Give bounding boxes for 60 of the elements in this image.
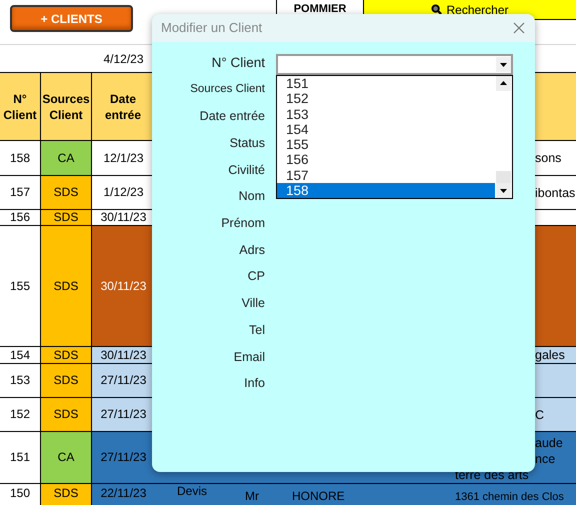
source-cell: CA xyxy=(41,432,92,483)
date-cell-text: 27/11/23 xyxy=(100,406,148,423)
source-cell: SDS xyxy=(41,210,92,225)
list-item[interactable]: 153 xyxy=(277,106,495,122)
date-cell-text: 22/11/23 xyxy=(100,485,148,502)
field-label: Status xyxy=(230,135,265,152)
field-label: Ville xyxy=(242,295,265,312)
date-cell-text: 27/11/23 xyxy=(100,449,148,466)
date-cell-text: 12/1/23 xyxy=(102,150,145,166)
source-cell: SDS xyxy=(41,364,92,397)
address-fragment: aude xyxy=(535,435,563,451)
field-label: Info xyxy=(244,375,265,392)
civility-cell: Mr xyxy=(245,489,259,503)
field-label: Date entrée xyxy=(200,108,265,126)
close-icon xyxy=(513,22,525,34)
date-cell-text: 27/11/23 xyxy=(100,372,148,389)
column-header: N° Client xyxy=(0,73,41,140)
search-icon xyxy=(431,4,442,15)
address-cell-text: 1361 chemin des Clos xyxy=(455,490,564,505)
source-cell: SDS xyxy=(41,398,92,431)
scrollbar[interactable] xyxy=(495,76,512,198)
field-label: Nom xyxy=(238,188,265,206)
source-cell: SDS xyxy=(41,176,92,209)
source-cell: SDS xyxy=(41,226,92,346)
address-fragment: nce xyxy=(535,451,556,467)
type-cell: Devis xyxy=(177,484,208,498)
source-cell: CA xyxy=(41,141,92,175)
field-label: CP xyxy=(248,268,265,286)
field-label: Sources Client xyxy=(190,82,265,98)
list-item[interactable]: 154 xyxy=(277,122,495,137)
name-cell: HONORE xyxy=(292,489,345,503)
address-fragment: C xyxy=(535,406,544,422)
address-cell: terre des arts xyxy=(455,467,529,483)
list-item[interactable]: 151 xyxy=(277,76,495,92)
list-item[interactable]: 155 xyxy=(277,137,495,152)
field-label: Email xyxy=(234,348,265,366)
field-label: Civilité xyxy=(228,162,265,179)
close-button[interactable] xyxy=(513,22,525,34)
source-cell: SDS xyxy=(41,347,92,363)
list-item[interactable]: 152 xyxy=(277,91,495,106)
scroll-thumb[interactable] xyxy=(496,171,511,183)
list-item[interactable]: 158 xyxy=(277,182,495,198)
list-item[interactable]: 157 xyxy=(277,168,495,183)
address-fragment: sons xyxy=(535,150,562,166)
source-cell: SDS xyxy=(41,484,92,505)
list-item[interactable]: 156 xyxy=(277,152,495,168)
date-cell-text: 30/11/23 xyxy=(100,278,148,294)
field-label: N° Client xyxy=(212,54,265,72)
address-fragment: ibontas xyxy=(535,184,576,200)
column-header: Sources Client xyxy=(41,73,92,140)
client-number-combo[interactable] xyxy=(276,54,513,75)
date-cell-text: 4/12/23 xyxy=(102,50,145,68)
date-cell-text: 30/11/23 xyxy=(100,347,148,363)
field-label: Prénom xyxy=(221,215,265,232)
dialog-title: Modifier un Client xyxy=(161,19,262,38)
field-label: Tel xyxy=(249,322,265,339)
date-cell-text: 1/12/23 xyxy=(102,184,145,201)
field-label: Adrs xyxy=(239,242,265,259)
date-cell-text: 30/11/23 xyxy=(100,210,148,225)
address-fragment: gales xyxy=(535,347,565,363)
